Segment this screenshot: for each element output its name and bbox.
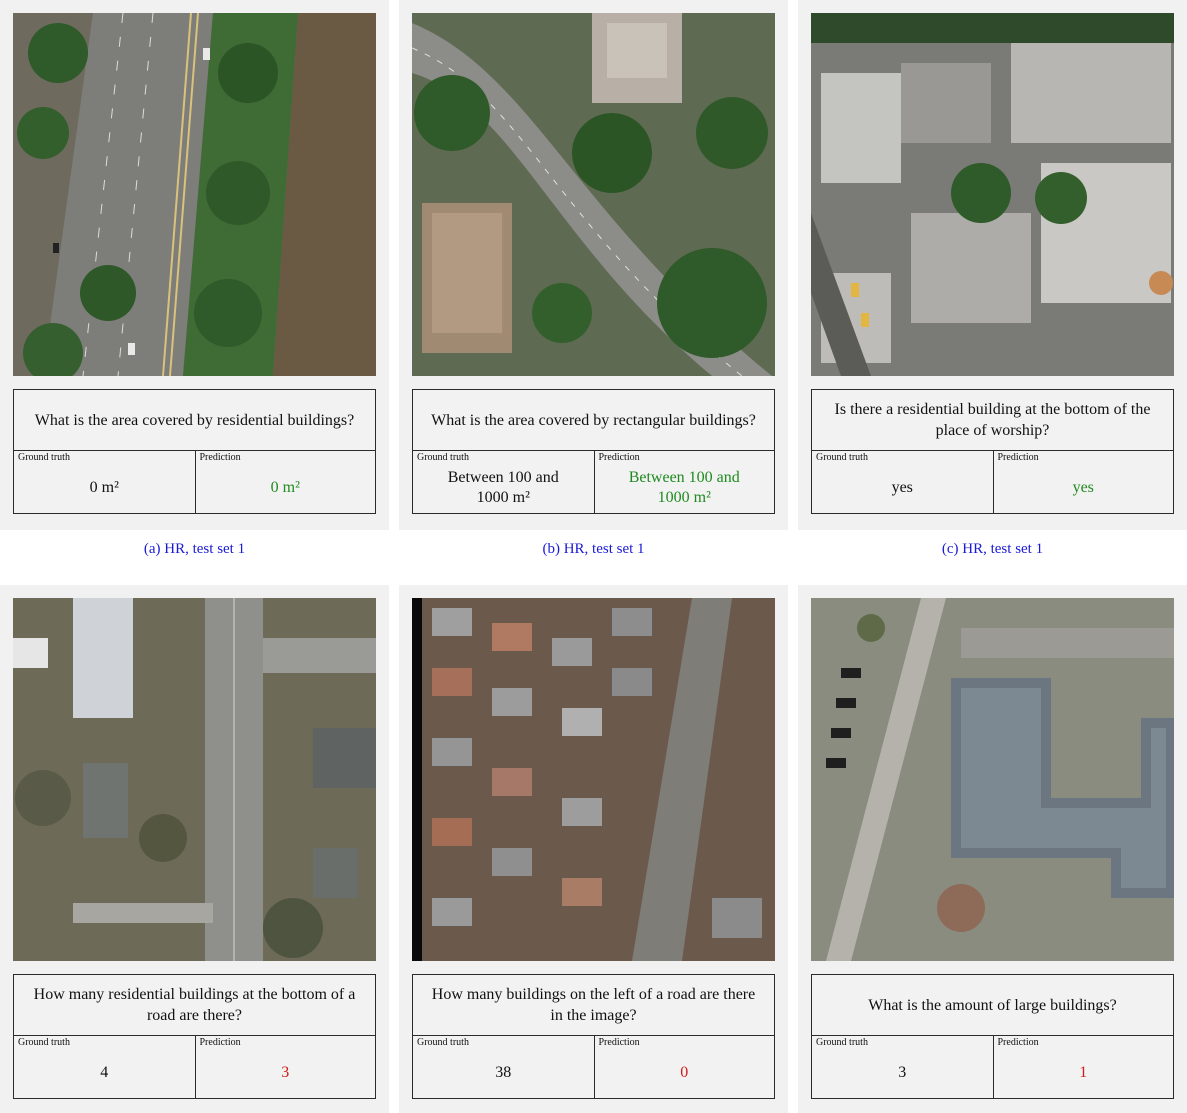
ground-truth-value: 3 [898,1063,907,1081]
question-text: How many buildings on the left of a road… [413,975,774,1036]
panel-b: What is the area covered by rectangular … [399,0,788,530]
prediction-value: yes [1072,478,1094,496]
aerial-image-large-building [811,598,1174,961]
ground-truth-cell: Ground truth 3 [812,1036,993,1098]
caption-b: (b) HR, test set 1 [542,541,645,557]
question-text: What is the amount of large buildings? [812,975,1173,1036]
aerial-image-suburb [13,598,376,961]
prediction-value: Between 100 and 1000 m² [628,468,740,506]
question-text: What is the area covered by rectangular … [413,390,774,451]
ground-truth-value: 4 [100,1063,109,1081]
panel-a: What is the area covered by residential … [0,0,389,530]
prediction-cell: Prediction 0 m² [194,451,376,513]
caption-a: (a) HR, test set 1 [143,541,246,557]
panel-e: How many buildings on the left of a road… [399,585,788,1113]
prediction-value: 3 [281,1063,290,1081]
prediction-cell: Prediction 0 [593,1036,775,1098]
prediction-value: 1 [1079,1063,1088,1081]
aerial-image-row-houses [412,598,775,961]
aerial-image-highway-river [13,13,376,376]
caption-c: (c) HR, test set 1 [941,541,1044,557]
ground-truth-value: 0 m² [89,478,119,496]
ground-truth-cell: Ground truth 4 [14,1036,195,1098]
question-text: What is the area covered by residential … [14,390,375,451]
qa-table: How many residential buildings at the bo… [13,974,376,1099]
prediction-value: 0 [680,1063,689,1081]
ground-truth-cell: Ground truth Between 100 and 1000 m² [413,451,594,513]
prediction-cell: Prediction Between 100 and 1000 m² [593,451,775,513]
prediction-cell: Prediction 1 [992,1036,1174,1098]
ground-truth-cell: Ground truth 0 m² [14,451,195,513]
ground-truth-cell: Ground truth yes [812,451,993,513]
ground-truth-value: Between 100 and 1000 m² [447,468,559,506]
question-text: How many residential buildings at the bo… [14,975,375,1036]
ground-truth-value: 38 [495,1063,512,1081]
qa-table: How many buildings on the left of a road… [412,974,775,1099]
question-text: Is there a residential building at the b… [812,390,1173,451]
qa-table: What is the amount of large buildings? G… [811,974,1174,1099]
aerial-image-curved-road [412,13,775,376]
ground-truth-cell: Ground truth 38 [413,1036,594,1098]
aerial-image-city-block [811,13,1174,376]
prediction-cell: Prediction 3 [194,1036,376,1098]
prediction-cell: Prediction yes [992,451,1174,513]
qa-table: What is the area covered by rectangular … [412,389,775,514]
panel-c: Is there a residential building at the b… [798,0,1187,530]
panel-f: What is the amount of large buildings? G… [798,585,1187,1113]
ground-truth-value: yes [891,478,913,496]
prediction-value: 0 m² [270,478,300,496]
qa-table: What is the area covered by residential … [13,389,376,514]
qa-table: Is there a residential building at the b… [811,389,1174,514]
panel-d: How many residential buildings at the bo… [0,585,389,1113]
